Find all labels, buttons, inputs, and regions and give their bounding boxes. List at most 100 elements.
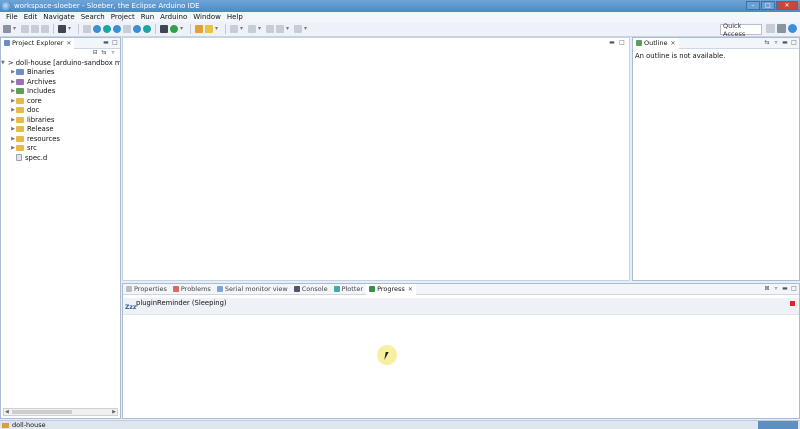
quick-access-field[interactable]: Quick Access — [720, 22, 762, 38]
menu-search[interactable]: Search — [78, 13, 108, 21]
chevron-down-icon[interactable]: ▾ — [286, 25, 292, 33]
outline-controls: ⇆ ▿ ▬ □ — [764, 40, 797, 46]
tree-root-project[interactable]: ▼ > doll-house [arduino-sandbox mas — [1, 58, 120, 68]
run-icon[interactable] — [170, 25, 178, 33]
close-icon[interactable]: ✕ — [671, 40, 676, 47]
project-explorer-toolbar: ⊟ ⇆ ▿ — [92, 50, 116, 56]
stop-icon[interactable] — [123, 25, 131, 33]
plotter-icon[interactable] — [143, 25, 151, 33]
tree-item-doc[interactable]: ▶ doc — [1, 106, 120, 116]
stop-job-icon[interactable] — [790, 301, 795, 306]
toolbar-separator — [225, 24, 226, 34]
folder-icon — [16, 126, 24, 133]
arduino-perspective-icon[interactable] — [788, 24, 797, 33]
verify-icon[interactable] — [93, 25, 101, 33]
maximize-button[interactable]: □ — [761, 1, 775, 10]
view-menu-icon[interactable]: ▿ — [110, 50, 116, 56]
chevron-down-icon[interactable]: ▾ — [304, 25, 310, 33]
cpp-perspective-icon[interactable] — [777, 24, 786, 33]
build-icon[interactable] — [83, 25, 91, 33]
serial-monitor-icon[interactable] — [133, 25, 141, 33]
tab-project-explorer[interactable]: Project Explorer ✕ — [1, 37, 75, 49]
edit-icon[interactable] — [205, 25, 213, 33]
chevron-down-icon[interactable]: ▾ — [68, 25, 74, 33]
editor-area[interactable]: ▬ □ — [122, 37, 630, 281]
menu-file[interactable]: File — [3, 13, 21, 21]
tree-item-release[interactable]: ▶ Release — [1, 125, 120, 135]
tab-properties[interactable]: Properties — [123, 284, 170, 295]
tree-item-spec-d[interactable]: spec.d — [1, 153, 120, 163]
tab-console[interactable]: Console — [291, 284, 331, 295]
save-all-icon[interactable] — [31, 25, 39, 33]
debug-icon[interactable] — [160, 25, 168, 33]
print-icon[interactable] — [41, 25, 49, 33]
scroll-left-icon[interactable]: ◀ — [5, 409, 9, 415]
tab-outline[interactable]: Outline ✕ — [633, 37, 679, 49]
upload-icon[interactable] — [103, 25, 111, 33]
menu-window[interactable]: Window — [190, 13, 224, 21]
arduino-board-icon[interactable] — [58, 25, 66, 33]
collapse-all-icon[interactable]: ⊟ — [92, 50, 98, 56]
remove-all-icon[interactable]: ⊠ — [764, 286, 770, 292]
last-edit-icon[interactable] — [266, 25, 274, 33]
menu-navigate[interactable]: Navigate — [40, 13, 77, 21]
tree-item-resources[interactable]: ▶ resources — [1, 134, 120, 144]
maximize-icon[interactable]: □ — [619, 40, 625, 46]
chevron-down-icon[interactable]: ▿ — [773, 286, 779, 292]
outline-message: An outline is not available. — [635, 52, 726, 60]
close-window-button[interactable]: ✕ — [776, 1, 798, 10]
chevron-down-icon[interactable]: ▼ — [1, 60, 5, 66]
menu-run[interactable]: Run — [138, 13, 157, 21]
tree-item-binaries[interactable]: ▶ Binaries — [1, 68, 120, 78]
chevron-down-icon[interactable]: ▾ — [13, 25, 19, 33]
close-icon[interactable]: ✕ — [66, 40, 71, 47]
view-menu-icon[interactable]: ⇆ — [764, 40, 770, 46]
tree-item-libraries[interactable]: ▶ libraries — [1, 115, 120, 125]
menu-arduino[interactable]: Arduino — [157, 13, 190, 21]
chevron-down-icon[interactable]: ▾ — [258, 25, 264, 33]
minimize-icon[interactable]: ▬ — [782, 40, 788, 46]
upload-programmer-icon[interactable] — [113, 25, 121, 33]
tree-item-includes[interactable]: ▶ Includes — [1, 87, 120, 97]
progress-job-row[interactable]: Zzz pluginReminder (Sleeping) — [123, 298, 799, 315]
new-icon[interactable] — [3, 25, 11, 33]
tab-progress[interactable]: Progress ✕ — [366, 283, 416, 295]
previous-annotation-icon[interactable] — [248, 25, 256, 33]
tab-serial-monitor[interactable]: Serial monitor view — [214, 284, 291, 295]
horizontal-scrollbar[interactable]: ◀ ▶ — [3, 408, 118, 416]
tab-problems[interactable]: Problems — [170, 284, 214, 295]
tab-plotter[interactable]: Plotter — [331, 284, 366, 295]
chevron-down-icon[interactable]: ▿ — [773, 40, 779, 46]
maximize-icon[interactable]: □ — [791, 286, 797, 292]
save-icon[interactable] — [21, 25, 29, 33]
tree-item-archives[interactable]: ▶ Archives — [1, 77, 120, 87]
chevron-down-icon[interactable]: ▾ — [215, 25, 221, 33]
scroll-right-icon[interactable]: ▶ — [112, 409, 116, 415]
maximize-icon[interactable]: □ — [791, 40, 797, 46]
menu-help[interactable]: Help — [224, 13, 246, 21]
tree-item-core[interactable]: ▶ core — [1, 96, 120, 106]
maximize-icon[interactable]: □ — [112, 40, 118, 46]
menu-project[interactable]: Project — [108, 13, 138, 21]
outline-header: Outline ✕ ⇆ ▿ ▬ □ — [633, 37, 799, 49]
tree-item-src[interactable]: ▶ src — [1, 144, 120, 154]
open-folder-icon[interactable] — [195, 25, 203, 33]
folder-icon — [16, 145, 24, 152]
toolbar-separator — [155, 24, 156, 34]
minimize-icon[interactable]: ▬ — [103, 40, 109, 46]
chevron-down-icon[interactable]: ▾ — [180, 25, 186, 33]
minimize-icon[interactable]: ▬ — [782, 286, 788, 292]
menu-edit[interactable]: Edit — [21, 13, 41, 21]
open-perspective-icon[interactable] — [766, 24, 775, 33]
tree-item-label: libraries — [27, 115, 55, 124]
chevron-down-icon[interactable]: ▾ — [240, 25, 246, 33]
minimize-icon[interactable]: ▬ — [609, 40, 615, 46]
link-editor-icon[interactable]: ⇆ — [101, 50, 107, 56]
perspective-switcher — [766, 24, 797, 33]
scrollbar-thumb[interactable] — [12, 410, 72, 414]
back-icon[interactable] — [276, 25, 284, 33]
close-icon[interactable]: ✕ — [408, 286, 413, 293]
next-annotation-icon[interactable] — [230, 25, 238, 33]
minimize-button[interactable]: – — [746, 1, 760, 10]
forward-icon[interactable] — [294, 25, 302, 33]
